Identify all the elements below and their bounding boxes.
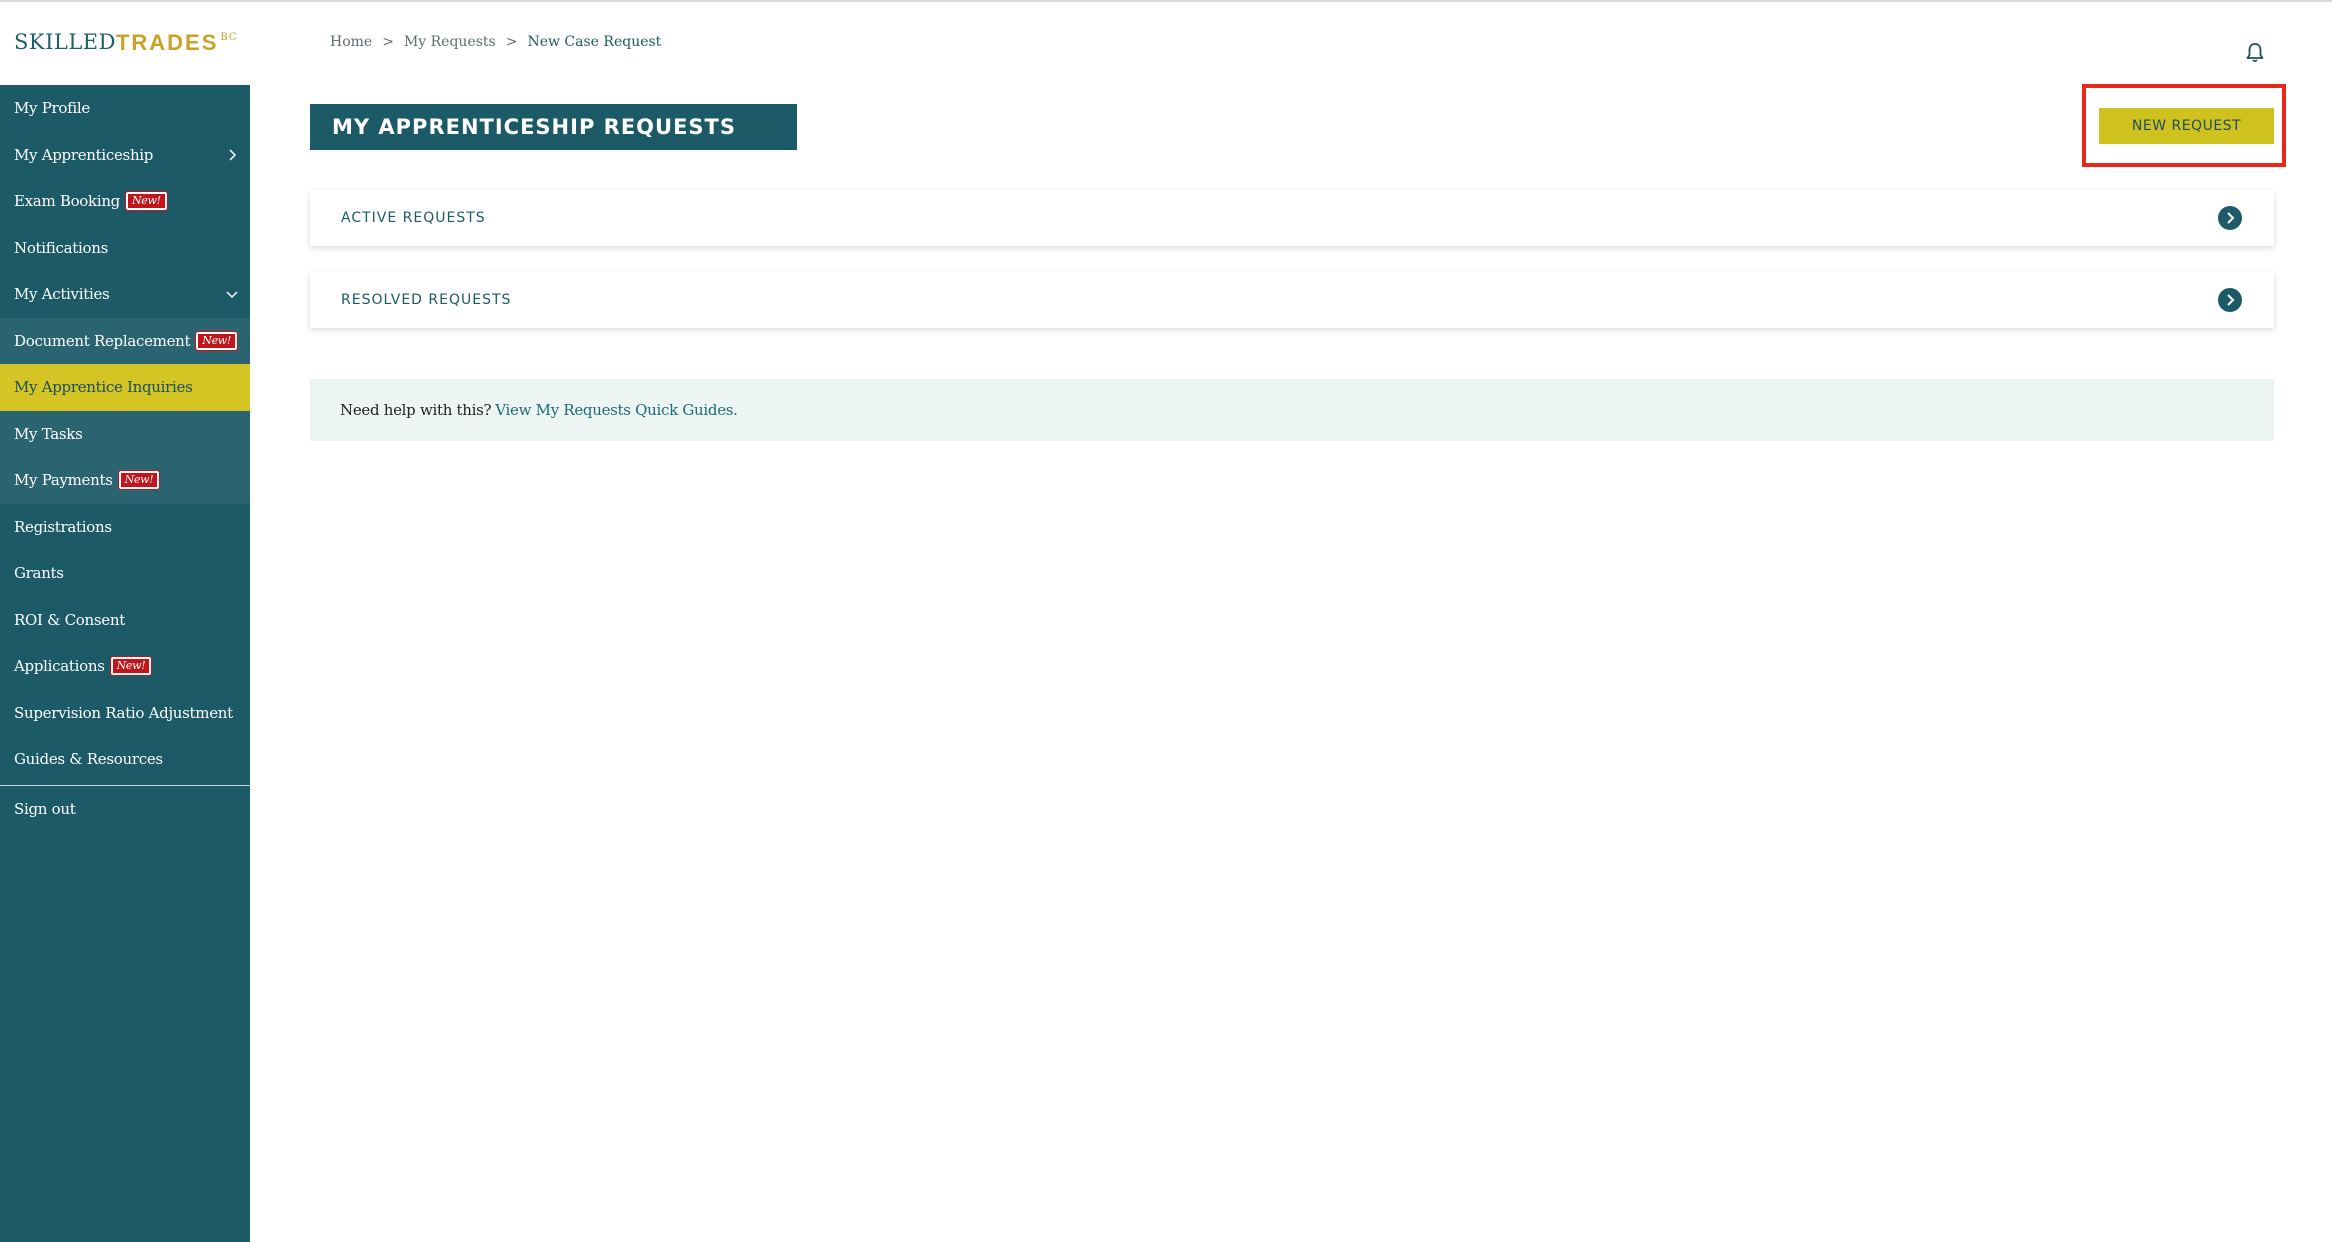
sidebar-item-my-activities[interactable]: My Activities [0, 271, 250, 318]
breadcrumb-home[interactable]: Home [330, 34, 372, 50]
sidebar-item-label: Applications [14, 657, 105, 676]
quick-guides-link[interactable]: View My Requests Quick Guides. [495, 401, 738, 419]
sidebar-item-label: Grants [14, 564, 64, 583]
sidebar-item-label: Sign out [14, 799, 76, 818]
sidebar-item-roi-consent[interactable]: ROI & Consent [0, 597, 250, 644]
new-badge: New! [109, 656, 153, 677]
sidebar-item-my-payments[interactable]: My Payments New! [0, 457, 250, 504]
sidebar-item-label: My Tasks [14, 424, 83, 443]
sidebar-item-label: My Profile [14, 99, 90, 118]
help-text: Need help with this? [340, 401, 492, 419]
new-badge: New! [195, 330, 239, 351]
breadcrumb-my-requests[interactable]: My Requests [404, 34, 496, 50]
sidebar-item-my-profile[interactable]: My Profile [0, 85, 250, 132]
chevron-right-icon [224, 147, 240, 163]
sidebar-item-grants[interactable]: Grants [0, 550, 250, 597]
sidebar-item-exam-booking[interactable]: Exam Booking New! [0, 178, 250, 225]
section-label: ACTIVE REQUESTS [341, 210, 486, 226]
sidebar-item-my-apprenticeship[interactable]: My Apprenticeship [0, 132, 250, 179]
breadcrumb-separator: > [382, 34, 394, 50]
sidebar-item-notifications[interactable]: Notifications [0, 225, 250, 272]
sidebar-item-my-tasks[interactable]: My Tasks [0, 410, 250, 457]
chevron-right-circle-icon[interactable] [2218, 288, 2242, 312]
new-badge: New! [124, 191, 168, 212]
sidebar-item-label: Exam Booking [14, 192, 120, 211]
active-requests-section[interactable]: ACTIVE REQUESTS [310, 190, 2274, 246]
breadcrumb-current: New Case Request [527, 34, 662, 50]
help-banner: Need help with this? View My Requests Qu… [310, 379, 2274, 441]
notification-bell-icon[interactable] [2245, 42, 2265, 64]
sidebar-item-sign-out[interactable]: Sign out [0, 786, 250, 833]
sidebar-item-document-replacement[interactable]: Document Replacement New! [0, 317, 250, 364]
sidebar-item-registrations[interactable]: Registrations [0, 504, 250, 551]
sidebar-item-guides-resources[interactable]: Guides & Resources [0, 736, 250, 783]
top-border [0, 0, 2332, 2]
logo-skilled: SKILLED [14, 30, 116, 54]
sidebar-item-my-apprentice-inquiries[interactable]: My Apprentice Inquiries [0, 364, 250, 411]
sidebar-item-label: My Apprenticeship [14, 145, 154, 164]
new-request-button[interactable]: NEW REQUEST [2099, 108, 2274, 144]
sidebar-item-label: My Activities [14, 285, 110, 304]
sidebar-item-label: ROI & Consent [14, 610, 125, 629]
sidebar-item-applications[interactable]: Applications New! [0, 643, 250, 690]
section-label: RESOLVED REQUESTS [341, 292, 512, 308]
sidebar-item-label: My Apprentice Inquiries [14, 378, 193, 397]
logo-bc: BC [220, 32, 238, 43]
sidebar-item-label: Document Replacement [14, 331, 191, 350]
new-badge: New! [117, 470, 161, 491]
resolved-requests-section[interactable]: RESOLVED REQUESTS [310, 272, 2274, 328]
chevron-down-icon [224, 286, 240, 302]
sidebar-item-label: Registrations [14, 517, 112, 536]
breadcrumb-separator: > [505, 34, 518, 50]
sidebar-item-label: My Payments [14, 471, 113, 490]
sidebar: My Profile My Apprenticeship Exam Bookin… [0, 85, 250, 1242]
sidebar-item-supervision-ratio-adjustment[interactable]: Supervision Ratio Adjustment [0, 690, 250, 737]
breadcrumb: Home > My Requests > New Case Request [330, 34, 661, 50]
sidebar-item-label: Supervision Ratio Adjustment [14, 703, 233, 722]
sidebar-item-label: Notifications [14, 238, 108, 257]
page-title: MY APPRENTICESHIP REQUESTS [310, 104, 797, 150]
sidebar-item-label: Guides & Resources [14, 750, 163, 769]
chevron-right-circle-icon[interactable] [2218, 206, 2242, 230]
logo[interactable]: SKILLED TRADES BC [14, 30, 238, 60]
logo-trades: TRADES [115, 30, 219, 55]
